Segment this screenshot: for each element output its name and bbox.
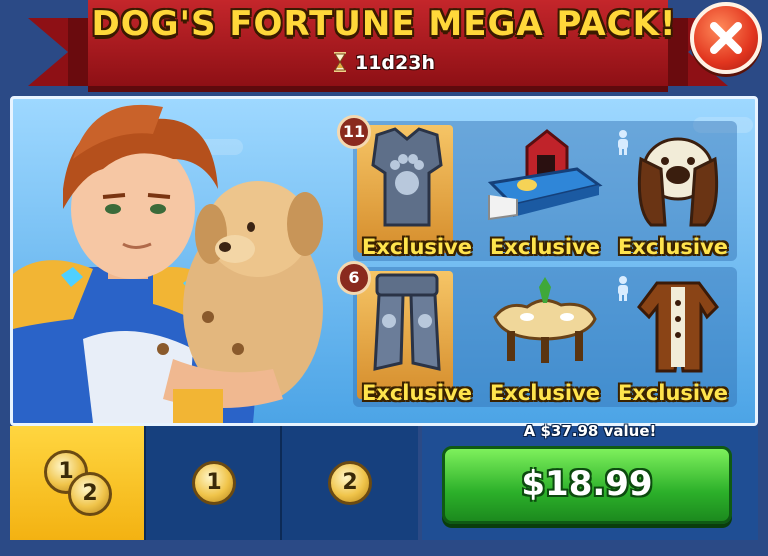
value-text: A $37.98 value! <box>523 422 657 440</box>
item-dog-costume[interactable]: Exclusive <box>609 267 737 407</box>
items-row: 11 Exclusive Exclusive Exclusive <box>337 115 737 261</box>
pack-contents-panel: 11 Exclusive Exclusive Exclusive 6 Exclu… <box>10 96 758 426</box>
dog-costume-icon <box>637 281 719 373</box>
close-icon <box>710 22 742 54</box>
offer-timer: 11d23h <box>0 52 768 74</box>
exclusive-label: Exclusive <box>361 235 473 259</box>
offer-window: DOG'S FORTUNE MEGA PACK! 11d23h 11 Exclu… <box>0 0 768 556</box>
hourglass-icon <box>333 52 346 72</box>
exclusive-label: Exclusive <box>489 235 601 259</box>
dog-hat-icon <box>637 137 719 227</box>
item-armor-chest[interactable]: 11 Exclusive <box>337 115 481 261</box>
timer-text: 11d23h <box>354 52 435 74</box>
items-row: 6 Exclusive Exclusive Exclusive <box>337 261 737 407</box>
dog-bed-icon <box>487 129 603 221</box>
exclusive-label: Exclusive <box>617 235 729 259</box>
armor-legs-icon <box>373 273 441 371</box>
table-icon <box>493 277 597 363</box>
item-dog-bed[interactable]: Exclusive <box>481 121 609 261</box>
price-label: $18.99 <box>521 464 653 504</box>
armor-chest-icon <box>371 127 443 227</box>
exclusive-label: Exclusive <box>617 381 729 405</box>
coin-icon: 2 <box>328 461 372 505</box>
person-icon <box>618 276 628 301</box>
item-armor-legs[interactable]: 6 Exclusive <box>337 261 481 407</box>
item-paw-table[interactable]: Exclusive <box>481 267 609 407</box>
exclusive-label: Exclusive <box>489 381 601 405</box>
coin-icon: 1 <box>192 461 236 505</box>
hero-with-puppy-art <box>13 104 323 423</box>
quantity-badge: 6 <box>337 261 371 295</box>
coin-icon: 2 <box>68 472 112 516</box>
buy-button[interactable]: $18.99 <box>442 446 732 524</box>
tab-tier-1-2[interactable]: 1 2 <box>10 426 146 540</box>
quantity-badge: 11 <box>337 115 371 149</box>
close-button[interactable] <box>690 2 762 74</box>
person-icon <box>618 130 628 155</box>
item-dog-hat[interactable]: Exclusive <box>609 121 737 261</box>
tab-tier-2[interactable]: 2 <box>282 426 418 540</box>
exclusive-label: Exclusive <box>361 381 473 405</box>
pack-title: DOG'S FORTUNE MEGA PACK! <box>91 4 677 44</box>
tab-tier-1[interactable]: 1 <box>146 426 282 540</box>
purchase-area: A $37.98 value! $18.99 <box>422 422 758 540</box>
pack-tier-tabs: 1 2 1 2 <box>10 426 422 540</box>
pack-items-grid: 11 Exclusive Exclusive Exclusive 6 Exclu… <box>337 115 737 413</box>
